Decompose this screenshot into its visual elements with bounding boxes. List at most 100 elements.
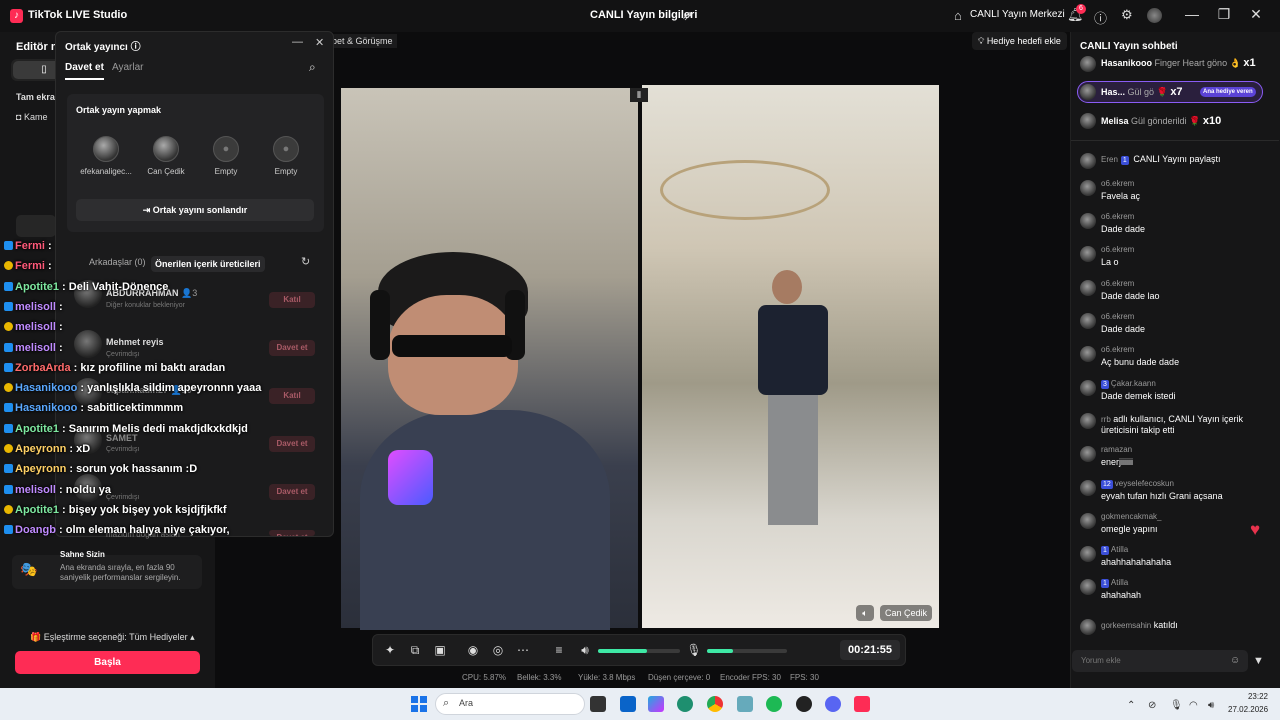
camera-source[interactable]: ◘ Kame bbox=[16, 112, 47, 122]
clock-time[interactable]: 23:22 bbox=[1244, 692, 1268, 701]
windows-start-icon[interactable] bbox=[411, 696, 427, 712]
minimize-icon[interactable]: — bbox=[1182, 6, 1202, 22]
chrome-icon[interactable] bbox=[707, 696, 723, 712]
chat-user: o6.ekrem bbox=[1101, 179, 1135, 188]
perf-title: Sahne Sizin bbox=[60, 550, 105, 559]
chat-user-row: 12 veyselefecoskun bbox=[1101, 479, 1174, 489]
avatar bbox=[1080, 480, 1096, 496]
match-option[interactable]: 🎁 Eşleştirme seçeneği: Tüm Hediyeler ▴ bbox=[30, 632, 195, 643]
wifi-icon[interactable]: ◠ bbox=[1189, 700, 1198, 711]
join-button[interactable]: Katıl bbox=[269, 292, 315, 308]
chevron-up-icon[interactable]: ⌃ bbox=[1127, 700, 1135, 711]
cohost-slot[interactable]: Can Çedik bbox=[136, 136, 196, 176]
slot-avatar bbox=[153, 136, 179, 162]
home-icon[interactable]: ⌂ bbox=[954, 8, 962, 23]
effects-icon[interactable]: ⧉ bbox=[407, 642, 423, 658]
layout-icon[interactable]: ▣ bbox=[432, 642, 448, 658]
steam-icon[interactable] bbox=[796, 696, 812, 712]
avatar bbox=[1080, 413, 1096, 429]
chat-user-row: o6.ekrem bbox=[1101, 345, 1134, 354]
avatar bbox=[1080, 619, 1096, 635]
gear-icon[interactable]: ⚙ bbox=[1121, 7, 1133, 23]
cohost-slot[interactable]: efekanaligec... bbox=[76, 136, 136, 176]
tab-suggested[interactable]: Önerilen içerik üreticileri bbox=[151, 256, 265, 272]
mic-tray-icon[interactable]: 🎙︎ bbox=[1170, 700, 1183, 711]
copilot-icon[interactable] bbox=[648, 696, 664, 712]
discord-icon[interactable] bbox=[825, 696, 841, 712]
help-icon[interactable]: ⓘ bbox=[1094, 8, 1107, 27]
left-hidden-button[interactable] bbox=[16, 215, 56, 237]
spotify-icon[interactable] bbox=[766, 696, 782, 712]
live-center-link[interactable]: CANLI Yayın Merkezi bbox=[970, 9, 1065, 20]
win-tile bbox=[411, 705, 418, 712]
chat-text: La o bbox=[1101, 257, 1119, 267]
clock-date[interactable]: 27.02.2026 bbox=[1228, 705, 1268, 714]
gift-row: Melisa Gül gönderildi 🌹 x10 bbox=[1101, 115, 1221, 135]
avatar[interactable] bbox=[1147, 8, 1162, 23]
search-icon[interactable]: ⌕ bbox=[309, 60, 316, 75]
cpu-stat: CPU: 5.87% bbox=[462, 673, 507, 682]
volume-tray-icon[interactable]: 🔊︎ bbox=[1208, 700, 1214, 711]
gift-count: x7 bbox=[1170, 86, 1183, 98]
cohost-panel: Ortak yayıncı ⓘ — ✕ Davet et Ayarlar ⌕ O… bbox=[55, 31, 334, 539]
join-button[interactable]: Katıl bbox=[269, 388, 315, 404]
tab-invite[interactable]: Davet et bbox=[65, 62, 104, 80]
stage-emoji-icon: 🎭 bbox=[20, 561, 38, 577]
encoder-fps-stat: Encoder FPS: 30 bbox=[720, 673, 781, 682]
edge-icon[interactable] bbox=[677, 696, 693, 712]
invite-button[interactable]: Davet et bbox=[269, 484, 315, 500]
refresh-icon[interactable]: ↻ bbox=[301, 255, 310, 268]
volume-icon[interactable]: 🔊︎ bbox=[577, 642, 593, 658]
mode-chip[interactable]: bet & Görüşme bbox=[328, 34, 397, 48]
record-icon[interactable]: ◉ bbox=[465, 642, 481, 658]
heart-icon[interactable]: ♥ bbox=[1250, 520, 1268, 539]
invite-button[interactable]: Davet et bbox=[269, 340, 315, 356]
outlook-icon[interactable] bbox=[620, 696, 636, 712]
avatar bbox=[74, 330, 102, 358]
info-icon[interactable]: ⓘ bbox=[131, 42, 141, 53]
more-icon[interactable]: ⋯ bbox=[515, 642, 531, 658]
headset-left bbox=[370, 290, 390, 360]
close-panel-icon[interactable]: ✕ bbox=[315, 36, 324, 49]
maximize-icon[interactable]: ❐ bbox=[1214, 6, 1234, 23]
win-tile bbox=[411, 696, 418, 703]
close-icon[interactable]: ✕ bbox=[1246, 6, 1266, 23]
magic-icon[interactable]: ✦ bbox=[382, 642, 398, 658]
tab-friends[interactable]: Arkadaşlar (0) bbox=[89, 257, 146, 267]
minimize-panel-icon[interactable]: — bbox=[292, 36, 303, 48]
emoji-icon[interactable]: ☺ bbox=[1230, 655, 1240, 666]
end-cohost-button[interactable]: ⇥ Ortak yayını sonlandır bbox=[76, 199, 314, 221]
tab-settings[interactable]: Ayarlar bbox=[112, 62, 144, 73]
start-button[interactable]: Başla bbox=[15, 651, 200, 674]
taskbar-search[interactable] bbox=[435, 693, 585, 715]
mic-icon[interactable]: 🎙︎ bbox=[686, 642, 702, 658]
chat-user: Çakar.kaann bbox=[1110, 379, 1156, 388]
cohost-title: Ortak yayıncı ⓘ bbox=[65, 38, 141, 53]
gift-count: x10 bbox=[1202, 115, 1222, 127]
settings-app-icon[interactable] bbox=[737, 696, 753, 712]
caret-up-icon: ▴ bbox=[187, 632, 195, 642]
settings-sliders-icon[interactable]: ≡ bbox=[551, 642, 567, 658]
chat-user: o6.ekrem bbox=[1101, 245, 1135, 254]
taskview-icon[interactable] bbox=[590, 696, 606, 712]
guest-name-tag: Can Çedik bbox=[880, 605, 933, 621]
invite-button[interactable]: Davet et bbox=[269, 436, 315, 452]
invite-button[interactable]: Davet et bbox=[269, 530, 315, 536]
cohost-slot[interactable]: ● Empty bbox=[196, 136, 256, 176]
host-torso bbox=[360, 410, 610, 630]
taskbar-search-label: Ara bbox=[459, 698, 474, 708]
camera-switch-icon[interactable]: ◎ bbox=[490, 642, 506, 658]
mic-slider-fill bbox=[707, 649, 733, 653]
gift-goal-button[interactable]: 💡︎ Hediye hedefi ekle bbox=[972, 32, 1067, 50]
edit-icon[interactable]: ⇗ bbox=[682, 8, 693, 24]
layout-handle-icon[interactable]: ⦀ bbox=[630, 88, 648, 102]
network-icon[interactable]: ⊘ bbox=[1148, 700, 1156, 711]
cohost-slot[interactable]: ● Empty bbox=[256, 136, 316, 176]
user-name: Mehmet reyis bbox=[106, 337, 164, 347]
filter-icon[interactable]: ▼ bbox=[1253, 655, 1264, 667]
level-badge: 1 bbox=[1101, 546, 1109, 555]
chat-user-row: o6.ekrem bbox=[1101, 179, 1134, 188]
tiktok-live-icon[interactable] bbox=[854, 696, 870, 712]
speaker-icon[interactable]: 🔈︎ bbox=[856, 605, 874, 621]
level-badge: 1 bbox=[1120, 156, 1129, 165]
